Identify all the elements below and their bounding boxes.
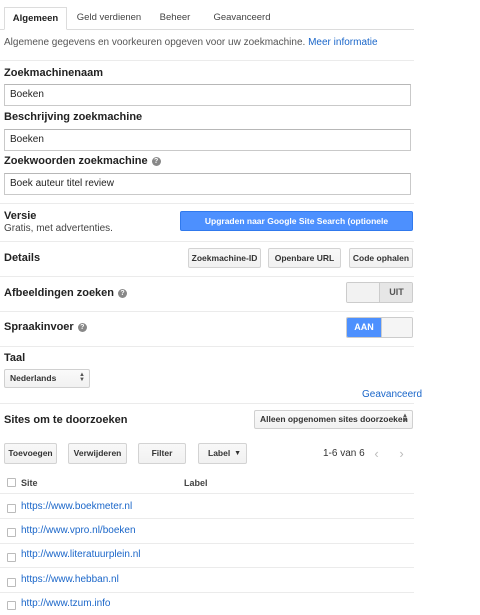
divider [0, 403, 414, 404]
image-search-label-text: Afbeeldingen zoeken [4, 287, 115, 299]
engine-keywords-label-text: Zoekwoorden zoekmachine [4, 155, 148, 167]
row-checkbox[interactable] [7, 601, 16, 610]
tab-algemeen[interactable]: Algemeen [4, 7, 67, 30]
language-label: Taal [4, 352, 26, 364]
public-url-button[interactable]: Openbare URL [268, 248, 341, 268]
engine-description-label: Beschrijving zoekmachine [4, 111, 143, 123]
get-code-button[interactable]: Code ophalen [349, 248, 413, 268]
chevron-right-icon[interactable]: › [391, 443, 412, 464]
intro-text: Algemene gegevens en voorkeuren opgeven … [4, 37, 378, 48]
site-link[interactable]: http://www.tzum.info [21, 598, 110, 609]
select-all-checkbox[interactable] [7, 478, 16, 487]
help-icon[interactable]: ? [118, 289, 128, 298]
toggle-knob [381, 318, 412, 337]
dropdown-arrow-icon: ▲ ▼ [402, 413, 408, 424]
dropdown-arrow-icon: ▲ ▼ [79, 372, 85, 383]
label-dropdown-button[interactable]: Label ▼ [198, 443, 247, 464]
engine-name-label: Zoekmachinenaam [4, 67, 104, 79]
engine-description-input[interactable]: Boeken [4, 129, 411, 151]
divider [0, 567, 414, 568]
sites-filter-select[interactable]: Alleen opgenomen sites doorzoeken ▲ ▼ [254, 410, 413, 429]
intro-description: Algemene gegevens en voorkeuren opgeven … [4, 37, 306, 48]
toggle-state: UIT [380, 283, 412, 302]
remove-site-button[interactable]: Verwijderen [68, 443, 127, 464]
help-icon[interactable]: ? [151, 157, 161, 166]
label-dropdown-text: Label [208, 448, 231, 458]
row-checkbox[interactable] [7, 528, 16, 537]
toggle-state: AAN [347, 318, 381, 337]
row-checkbox[interactable] [7, 578, 16, 587]
row-checkbox[interactable] [7, 553, 16, 562]
sites-filter-value: Alleen opgenomen sites doorzoeken [260, 414, 408, 424]
engine-id-button[interactable]: Zoekmachine-ID [188, 248, 261, 268]
image-search-label: Afbeeldingen zoeken? [4, 287, 128, 299]
details-label: Details [4, 252, 41, 264]
tab-bar: Algemeen Geld verdienen Beheer Geavancee… [0, 7, 414, 30]
divider [0, 241, 414, 242]
language-select-value: Nederlands [10, 373, 57, 383]
engine-keywords-label: Zoekwoorden zoekmachine? [4, 155, 161, 167]
upgrade-button[interactable]: Upgraden naar Google Site Search (option… [180, 211, 413, 244]
help-icon[interactable]: ? [77, 323, 87, 332]
divider [0, 592, 414, 593]
more-info-link[interactable]: Meer informatie [308, 37, 377, 48]
divider [0, 518, 414, 519]
version-label: Versie [4, 210, 37, 222]
tab-geavanceerd[interactable]: Geavanceerd [205, 7, 279, 30]
chevron-down-icon: ▼ [234, 450, 241, 457]
version-value: Gratis, met advertenties. [4, 223, 113, 234]
site-link[interactable]: https://www.boekmeter.nl [21, 501, 132, 512]
divider [0, 311, 414, 312]
engine-keywords-input[interactable]: Boek auteur titel review [4, 173, 411, 195]
add-site-button[interactable]: Toevoegen [4, 443, 57, 464]
speech-input-label-text: Spraakinvoer [4, 321, 74, 333]
divider [0, 346, 414, 347]
speech-input-label: Spraakinvoer? [4, 321, 87, 333]
divider [0, 203, 414, 204]
image-search-toggle[interactable]: UIT [346, 282, 413, 303]
divider [0, 543, 414, 544]
speech-input-toggle[interactable]: AAN [346, 317, 413, 338]
toggle-knob [347, 283, 380, 302]
advanced-link[interactable]: Geavanceerd [362, 389, 422, 400]
divider [0, 493, 414, 494]
column-header-label[interactable]: Label [184, 478, 208, 488]
site-link[interactable]: http://www.literatuurplein.nl [21, 549, 141, 560]
site-link[interactable]: http://www.vpro.nl/boeken [21, 525, 136, 536]
divider [0, 60, 414, 61]
filter-button[interactable]: Filter [138, 443, 186, 464]
divider [0, 276, 414, 277]
pager-count: 1-6 van 6 [323, 448, 365, 459]
row-checkbox[interactable] [7, 504, 16, 513]
chevron-left-icon[interactable]: ‹ [366, 443, 387, 464]
language-select[interactable]: Nederlands ▲ ▼ [4, 369, 90, 388]
sites-label: Sites om te doorzoeken [4, 414, 128, 426]
tab-geld-verdienen[interactable]: Geld verdienen [72, 7, 146, 30]
column-header-site[interactable]: Site [21, 478, 38, 488]
engine-name-input[interactable]: Boeken [4, 84, 411, 106]
tab-beheer[interactable]: Beheer [150, 7, 200, 30]
site-link[interactable]: https://www.hebban.nl [21, 574, 119, 585]
